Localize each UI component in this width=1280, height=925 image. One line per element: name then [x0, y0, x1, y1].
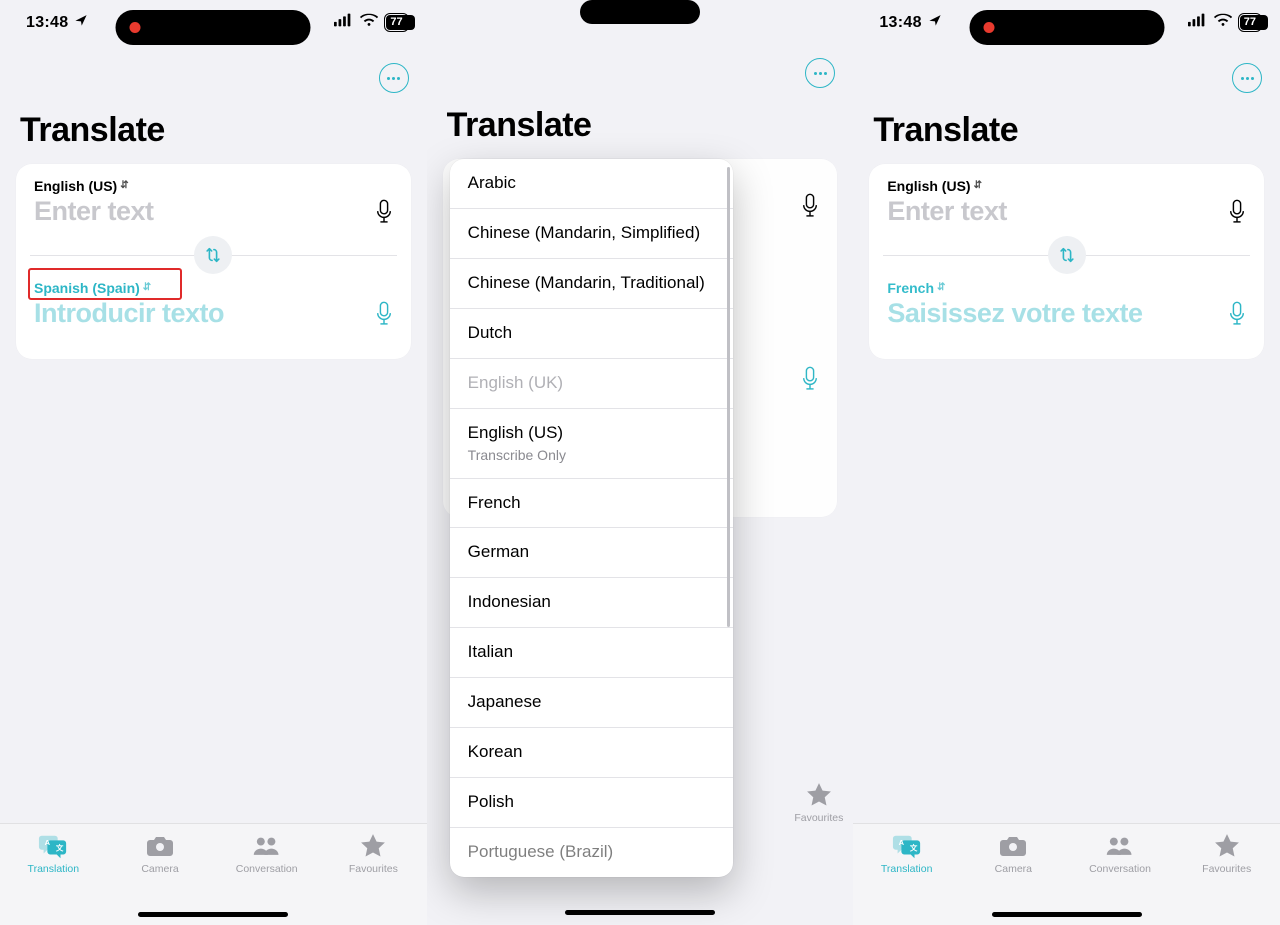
status-bar: 13:48 77: [853, 0, 1280, 45]
more-menu-button[interactable]: [379, 63, 409, 93]
source-text-input[interactable]: Enter text: [34, 196, 154, 227]
target-mic-button[interactable]: [373, 299, 395, 329]
wifi-icon: [1214, 13, 1232, 32]
home-indicator[interactable]: [138, 912, 288, 917]
page-title: Translate: [427, 98, 854, 155]
swap-languages-button[interactable]: [1048, 236, 1086, 274]
dynamic-island: [116, 10, 311, 45]
page-title: Translate: [0, 103, 427, 160]
source-mic-button[interactable]: [1226, 197, 1248, 227]
home-indicator[interactable]: [992, 912, 1142, 917]
tab-translation[interactable]: A文 Translation: [0, 832, 107, 875]
chevron-updown-icon: ⇵: [120, 182, 128, 190]
screenshot-3: 13:48 77 Translate English (US) ⇵: [853, 0, 1280, 925]
source-mic-button[interactable]: [799, 191, 821, 221]
tab-translation[interactable]: A文 Translation: [853, 832, 960, 875]
battery-icon: 77: [1238, 13, 1262, 32]
tab-favourites[interactable]: Favourites: [1173, 832, 1280, 875]
target-text-input[interactable]: Saisissez votre texte: [887, 298, 1142, 329]
more-menu-button[interactable]: [805, 58, 835, 88]
lang-option-dutch[interactable]: Dutch: [450, 309, 734, 359]
divider: [30, 255, 397, 256]
language-picker-popover: Arabic Chinese (Mandarin, Simplified) Ch…: [450, 159, 734, 877]
swap-languages-button[interactable]: [194, 236, 232, 274]
location-icon: [74, 13, 88, 32]
tab-bar: A文 Translation Camera Conversation Favou…: [853, 823, 1280, 925]
svg-text:文: 文: [909, 843, 917, 853]
status-bar: [427, 0, 854, 30]
camera-icon: [145, 832, 175, 860]
status-right: 77: [334, 13, 408, 32]
translation-icon: A文: [892, 832, 922, 860]
lang-option-chinese-simplified[interactable]: Chinese (Mandarin, Simplified): [450, 209, 734, 259]
lang-option-indonesian[interactable]: Indonesian: [450, 578, 734, 628]
lang-option-english-uk[interactable]: English (UK): [450, 359, 734, 409]
star-icon: [358, 832, 388, 860]
lang-option-german[interactable]: German: [450, 528, 734, 578]
target-language-selector[interactable]: Spanish (Spain) ⇵: [34, 280, 151, 296]
lang-option-english-us[interactable]: English (US) Transcribe Only: [450, 409, 734, 479]
target-mic-button[interactable]: [1226, 299, 1248, 329]
target-text-input[interactable]: Introducir texto: [34, 298, 224, 329]
chevron-updown-icon: ⇵: [937, 284, 945, 292]
lang-option-japanese[interactable]: Japanese: [450, 678, 734, 728]
tab-favourites[interactable]: Favourites: [320, 832, 427, 875]
page-title: Translate: [853, 103, 1280, 160]
source-text-input[interactable]: Enter text: [887, 196, 1007, 227]
tab-conversation[interactable]: Conversation: [1067, 832, 1174, 875]
scrollbar[interactable]: [727, 167, 730, 627]
target-mic-button[interactable]: [799, 364, 821, 394]
tab-camera[interactable]: Camera: [960, 832, 1067, 875]
tab-favourites[interactable]: Favourites: [794, 781, 843, 824]
dynamic-island: [969, 10, 1164, 45]
recording-indicator-icon: [130, 22, 141, 33]
screenshot-2: Translate Arabic Chinese (Mandarin, Simp…: [427, 0, 854, 925]
source-language-selector[interactable]: English (US) ⇵: [887, 178, 982, 194]
star-icon: [804, 781, 834, 809]
lang-option-polish[interactable]: Polish: [450, 778, 734, 828]
wifi-icon: [360, 13, 378, 32]
lang-option-korean[interactable]: Korean: [450, 728, 734, 778]
lang-option-french[interactable]: French: [450, 479, 734, 529]
camera-icon: [998, 832, 1028, 860]
dynamic-island: [580, 0, 700, 24]
svg-text:A: A: [898, 838, 904, 847]
chevron-updown-icon: ⇵: [143, 284, 151, 292]
translate-card: English (US) ⇵ Enter text French ⇵: [869, 164, 1264, 359]
source-mic-button[interactable]: [373, 197, 395, 227]
svg-text:A: A: [45, 838, 51, 847]
tab-camera[interactable]: Camera: [107, 832, 214, 875]
cellular-icon: [334, 13, 354, 32]
recording-indicator-icon: [983, 22, 994, 33]
svg-text:文: 文: [56, 843, 64, 853]
status-right: 77: [1188, 13, 1262, 32]
source-language-selector[interactable]: English (US) ⇵: [34, 178, 129, 194]
location-icon: [928, 13, 942, 32]
tab-conversation[interactable]: Conversation: [213, 832, 320, 875]
target-language-selector[interactable]: French ⇵: [887, 280, 945, 296]
status-time: 13:48: [26, 14, 68, 32]
status-time: 13:48: [879, 14, 921, 32]
home-indicator[interactable]: [565, 910, 715, 915]
status-bar: 13:48 77: [0, 0, 427, 45]
screenshot-1: 13:48 77 Translate English (US) ⇵: [0, 0, 427, 925]
conversation-icon: [252, 832, 282, 860]
chevron-updown-icon: ⇵: [974, 182, 982, 190]
divider: [883, 255, 1250, 256]
star-icon: [1212, 832, 1242, 860]
translation-icon: A文: [38, 832, 68, 860]
lang-option-chinese-traditional[interactable]: Chinese (Mandarin, Traditional): [450, 259, 734, 309]
translate-card: English (US) ⇵ Enter text Spanish (Spain…: [16, 164, 411, 359]
conversation-icon: [1105, 832, 1135, 860]
more-menu-button[interactable]: [1232, 63, 1262, 93]
battery-icon: 77: [384, 13, 408, 32]
lang-option-portuguese-brazil[interactable]: Portuguese (Brazil): [450, 828, 734, 877]
tab-bar: A文 Translation Camera Conversation Favou…: [0, 823, 427, 925]
cellular-icon: [1188, 13, 1208, 32]
lang-option-arabic[interactable]: Arabic: [450, 159, 734, 209]
lang-option-italian[interactable]: Italian: [450, 628, 734, 678]
